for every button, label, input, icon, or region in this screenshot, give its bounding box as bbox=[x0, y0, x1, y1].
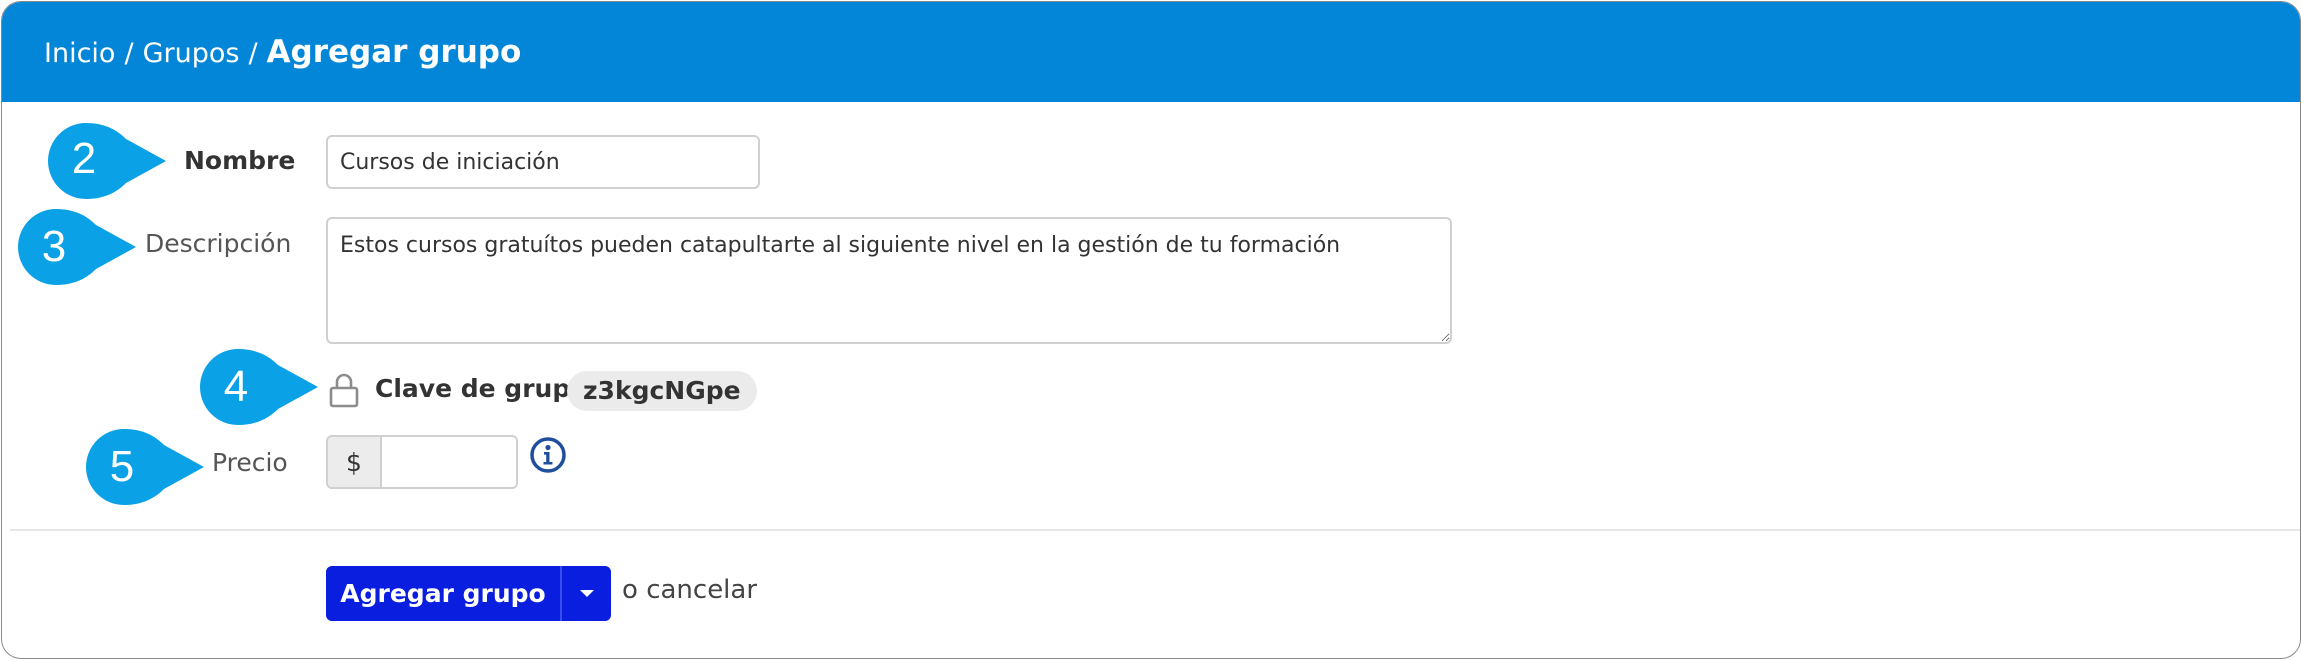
callout-number: 2 bbox=[72, 134, 96, 183]
breadcrumb-home-link[interactable]: Inicio bbox=[44, 38, 115, 69]
caret-down-icon bbox=[579, 589, 594, 597]
breadcrumb-groups-link[interactable]: Grupos bbox=[143, 38, 240, 69]
group-key-label: Clave de grupo bbox=[375, 374, 588, 403]
submit-options-dropdown[interactable] bbox=[560, 566, 611, 621]
info-icon[interactable] bbox=[529, 436, 567, 474]
lock-icon bbox=[329, 373, 359, 408]
callout-marker-4: 4 bbox=[200, 349, 318, 425]
description-label: Descripción bbox=[145, 229, 292, 258]
breadcrumb: Inicio / Grupos / Agregar grupo bbox=[44, 32, 521, 74]
callout-marker-3: 3 bbox=[18, 209, 136, 285]
page-header: Inicio / Grupos / Agregar grupo bbox=[2, 2, 2300, 102]
description-textarea[interactable]: Estos cursos gratuítos pueden catapultar… bbox=[326, 217, 1452, 344]
currency-addon: $ bbox=[328, 437, 382, 487]
breadcrumb-separator: / bbox=[248, 38, 258, 69]
submit-button-group: Agregar grupo bbox=[326, 566, 611, 621]
price-label: Precio bbox=[212, 448, 288, 477]
form-divider bbox=[10, 529, 2300, 531]
breadcrumb-separator: / bbox=[124, 38, 134, 69]
cancel-link[interactable]: cancelar bbox=[646, 575, 757, 605]
price-input[interactable] bbox=[382, 437, 516, 487]
callout-number: 5 bbox=[110, 442, 134, 491]
page-frame: Inicio / Grupos / Agregar grupo 2 Nombre 3 D… bbox=[1, 1, 2301, 659]
group-key-badge: z3kgcNGpe bbox=[567, 371, 757, 411]
add-group-button[interactable]: Agregar grupo bbox=[326, 566, 560, 621]
or-text: o bbox=[622, 575, 638, 605]
price-input-group: $ bbox=[326, 435, 518, 489]
callout-number: 3 bbox=[42, 222, 66, 271]
callout-marker-2: 2 bbox=[48, 123, 166, 199]
callout-number: 4 bbox=[224, 362, 248, 411]
callout-marker-5: 5 bbox=[86, 429, 204, 505]
cancel-wrapper: o cancelar bbox=[622, 575, 757, 605]
name-input[interactable] bbox=[326, 135, 760, 189]
name-label: Nombre bbox=[184, 146, 296, 175]
page-title: Agregar grupo bbox=[266, 34, 522, 70]
